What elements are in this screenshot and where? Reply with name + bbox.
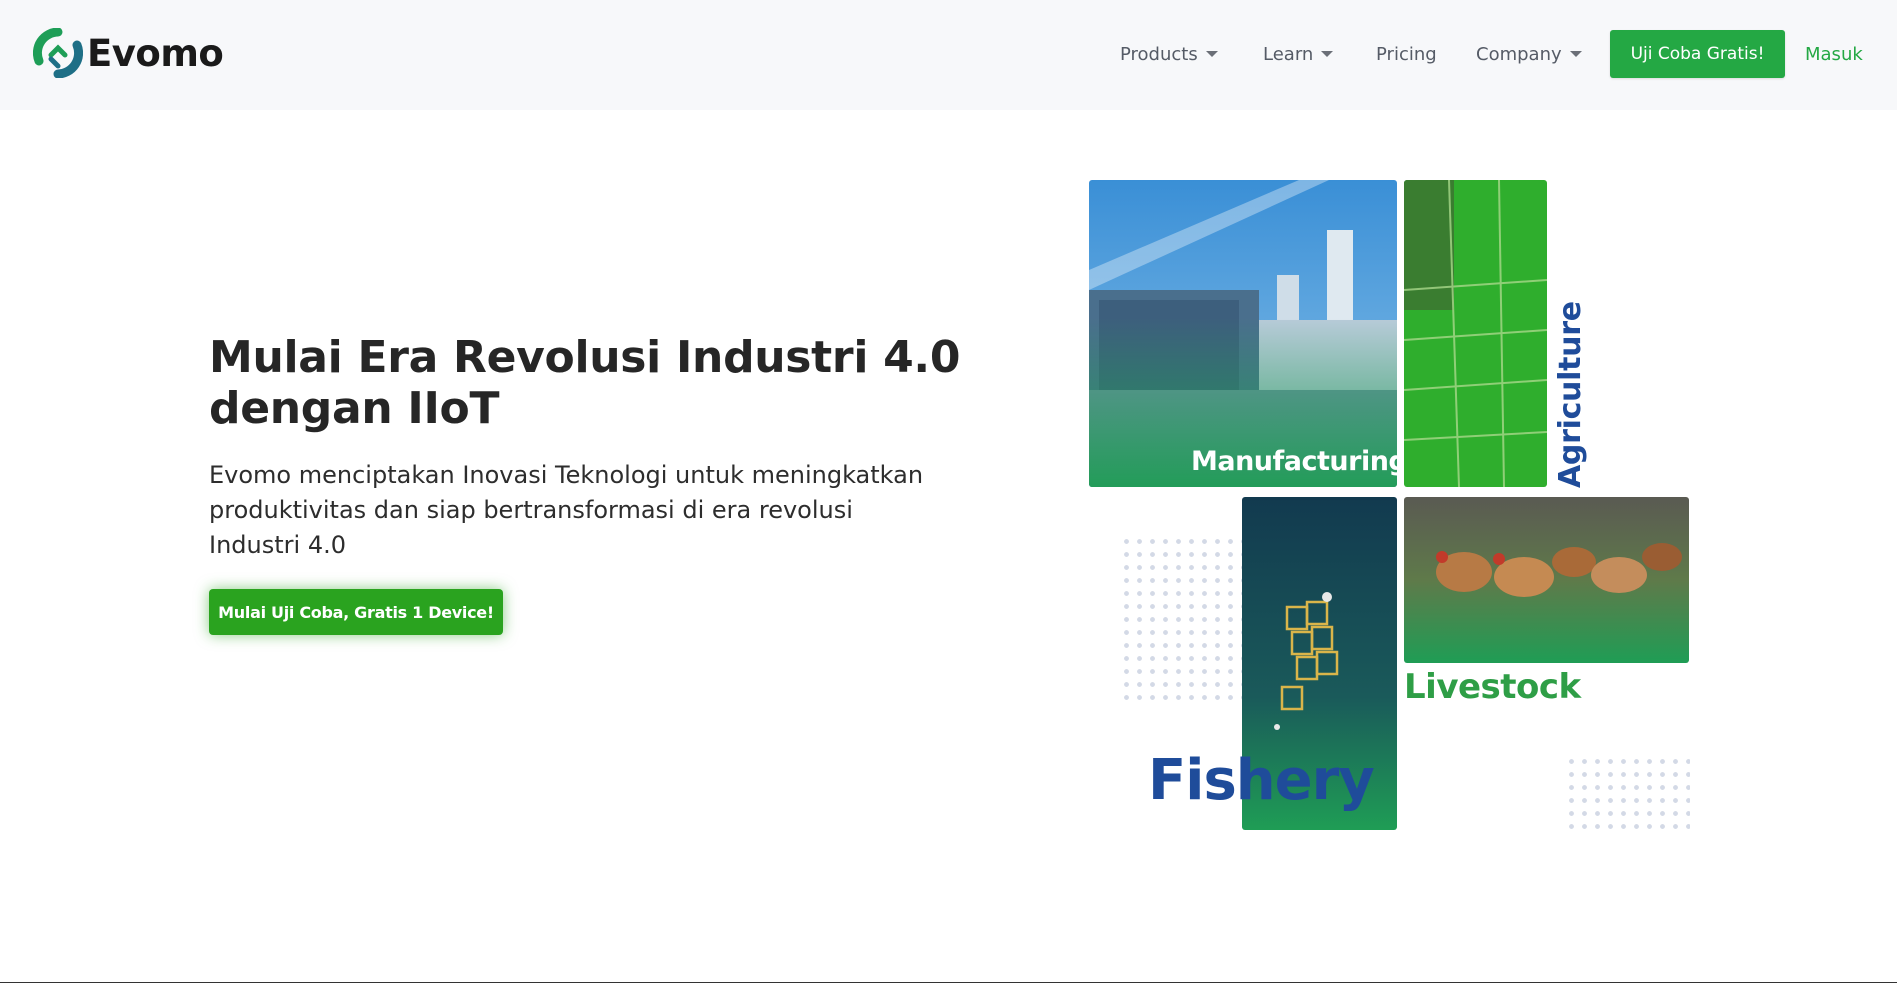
nav-products-label: Products xyxy=(1120,43,1198,65)
nav-pricing[interactable]: Pricing xyxy=(1376,30,1437,78)
dot-pattern xyxy=(1120,535,1242,705)
nav-learn-label: Learn xyxy=(1263,43,1314,65)
manufacturing-tile[interactable]: Manufacturing xyxy=(1089,180,1397,487)
chevron-down-icon xyxy=(1321,51,1334,57)
nav-products[interactable]: Products xyxy=(1120,30,1218,78)
manufacturing-label: Manufacturing xyxy=(1191,446,1397,477)
livestock-image xyxy=(1404,497,1689,663)
chevron-down-icon xyxy=(1205,51,1218,57)
brand-logo[interactable]: Evomo xyxy=(33,28,224,78)
nav-company-label: Company xyxy=(1476,43,1562,65)
evomo-logo-icon xyxy=(33,28,83,78)
hero-title: Mulai Era Revolusi Industri 4.0 dengan I… xyxy=(209,332,961,434)
dot-pattern xyxy=(1565,755,1690,830)
agriculture-label: Agriculture xyxy=(1553,301,1588,488)
manufacturing-image xyxy=(1089,180,1397,487)
livestock-label: Livestock xyxy=(1404,667,1581,707)
site-header: Evomo Products Learn Pricing Company Uji… xyxy=(0,0,1897,110)
login-link[interactable]: Masuk xyxy=(1805,30,1863,78)
agriculture-tile[interactable] xyxy=(1404,180,1547,487)
hero-subtitle: Evomo menciptakan Inovasi Teknologi untu… xyxy=(209,461,924,559)
nav-company[interactable]: Company xyxy=(1476,30,1582,78)
fishery-label: Fishery xyxy=(1148,748,1375,813)
nav-pricing-label: Pricing xyxy=(1376,43,1437,65)
chevron-down-icon xyxy=(1569,51,1582,57)
start-trial-button[interactable]: Mulai Uji Coba, Gratis 1 Device! xyxy=(209,589,503,635)
agriculture-image xyxy=(1404,180,1547,487)
nav-learn[interactable]: Learn xyxy=(1263,30,1334,78)
brand-name: Evomo xyxy=(87,31,224,75)
free-trial-button[interactable]: Uji Coba Gratis! xyxy=(1610,30,1785,78)
livestock-tile[interactable] xyxy=(1404,497,1689,663)
